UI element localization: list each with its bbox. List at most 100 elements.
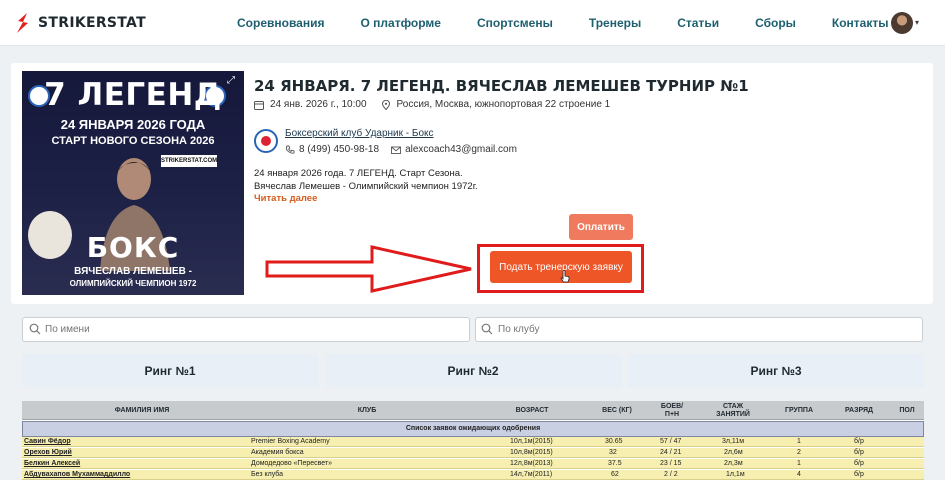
phone-icon <box>285 145 295 154</box>
event-datetime: 24 янв. 2026 г., 10:00 <box>270 99 367 110</box>
column-header-sex[interactable]: ПОЛ <box>890 407 924 415</box>
athlete-group: 1 <box>797 460 801 467</box>
description-line: 24 января 2026 года. 7 ЛЕГЕНД. Старт Сез… <box>254 168 463 179</box>
athlete-fights: 57 / 47 <box>660 438 682 445</box>
event-poster[interactable]: 7 ЛЕГЕНД 24 ЯНВАРЯ 2026 ГОДА СТАРТ НОВОГ… <box>22 71 244 295</box>
nav-item-competitions[interactable]: Соревнования <box>237 16 324 30</box>
athlete-group: 4 <box>797 471 801 478</box>
table-row[interactable]: Савин Фёдор Premier Boxing Academy 10л,1… <box>22 437 924 447</box>
athlete-experience: 2л,3м <box>724 460 743 467</box>
column-header-experience[interactable]: СТАЖ ЗАНЯТИЙ <box>708 403 758 419</box>
athlete-age: 10л,1м(2015) <box>510 438 553 445</box>
athlete-name-link[interactable]: Белкин Алексей <box>24 460 80 467</box>
poster-date: 24 ЯНВАРЯ 2026 ГОДА <box>60 117 206 132</box>
email-icon <box>391 146 402 154</box>
brand-name: STRIKERSTAT <box>38 15 146 31</box>
club-email[interactable]: alexcoach43@gmail.com <box>405 144 517 155</box>
event-location: Россия, Москва, южнопортовая 22 строение… <box>396 99 611 110</box>
athlete-group: 2 <box>797 449 801 456</box>
pending-applications-label: Список заявок ожидающих одобрения <box>22 421 924 437</box>
expand-icon[interactable]: ⤢ <box>227 75 235 86</box>
search-icon <box>29 323 41 335</box>
pay-button[interactable]: Оплатить <box>569 214 633 240</box>
column-header-line: П+Н <box>664 411 680 418</box>
event-meta: 24 янв. 2026 г., 10:00 Россия, Москва, ю… <box>254 99 610 110</box>
poster-champion: ОЛИМПИЙСКИЙ ЧЕМПИОН 1972 <box>69 279 197 288</box>
main-nav: Соревнования О платформе Спортсмены Трен… <box>237 16 925 30</box>
nav-item-articles[interactable]: Статьи <box>677 16 719 30</box>
athlete-experience: 3л,11м <box>722 438 745 445</box>
athlete-rank: б/р <box>854 460 864 467</box>
athlete-name-link[interactable]: Абдувахапов Мухаммаддилло <box>24 471 130 478</box>
athlete-experience: 1л,1м <box>726 471 745 478</box>
chevron-down-icon[interactable]: ▾ <box>915 18 919 27</box>
column-header-line: ЗАНЯТИЙ <box>716 411 750 418</box>
poster-title: 7 ЛЕГЕНД <box>44 77 222 113</box>
event-title: 24 ЯНВАРЯ. 7 ЛЕГЕНД. ВЯЧЕСЛАВ ЛЕМЕШЕВ ТУ… <box>254 77 749 95</box>
athlete-club: Домодедово «Пересвет» <box>251 460 333 467</box>
table-header: ФАМИЛИЯ ИМЯ КЛУБ ВОЗРАСТ ВЕС (КГ) БОЕВ/ … <box>22 401 924 420</box>
athlete-age: 14л,7м(2011) <box>510 471 553 478</box>
column-header-group[interactable]: ГРУППА <box>774 407 824 415</box>
athlete-fights: 24 / 21 <box>660 449 682 456</box>
table-row[interactable]: Орехов Юрий Академия бокса 10л,8м(2015) … <box>22 448 924 458</box>
nav-item-contacts[interactable]: Контакты <box>832 16 889 30</box>
brand-logo-icon <box>17 13 28 33</box>
cursor-hand-icon <box>560 270 570 283</box>
athlete-name-link[interactable]: Савин Фёдор <box>24 438 71 445</box>
site-header: STRIKERSTAT Соревнования О платформе Спо… <box>0 0 945 46</box>
column-header-rank[interactable]: РАЗРЯД <box>834 407 884 415</box>
search-by-name-input[interactable] <box>22 317 470 342</box>
column-header-club[interactable]: КЛУБ <box>342 407 392 415</box>
annotation-arrow <box>265 245 472 293</box>
athlete-weight: 30.65 <box>605 438 623 445</box>
search-by-club-input[interactable] <box>475 317 923 342</box>
event-card: 7 ЛЕГЕНД 24 ЯНВАРЯ 2026 ГОДА СТАРТ НОВОГ… <box>11 63 933 304</box>
athlete-group: 1 <box>797 438 801 445</box>
athlete-rank: б/р <box>854 471 864 478</box>
club-contacts: 8 (499) 450-98-18 alexcoach43@gmail.com <box>285 144 517 155</box>
poster-sport: БОКС <box>86 231 180 264</box>
poster-season: СТАРТ НОВОГО СЕЗОНА 2026 <box>51 135 215 147</box>
column-header-weight[interactable]: ВЕС (КГ) <box>587 407 647 415</box>
athlete-rank: б/р <box>854 438 864 445</box>
athlete-age: 12л,8м(2013) <box>510 460 553 467</box>
column-header-age[interactable]: ВОЗРАСТ <box>502 407 562 415</box>
tab-ring-3[interactable]: Ринг №3 <box>628 354 924 387</box>
club-link[interactable]: Боксерский клуб Ударник - Бокс <box>285 128 434 139</box>
user-avatar[interactable] <box>891 12 913 34</box>
athlete-weight: 62 <box>611 471 619 478</box>
club-phone[interactable]: 8 (499) 450-98-18 <box>299 144 379 155</box>
nav-item-camps[interactable]: Сборы <box>755 16 796 30</box>
athlete-weight: 37.5 <box>608 460 622 467</box>
club-logo[interactable] <box>254 129 278 153</box>
applications-table: ФАМИЛИЯ ИМЯ КЛУБ ВОЗРАСТ ВЕС (КГ) БОЕВ/ … <box>22 401 924 480</box>
table-row[interactable]: Белкин Алексей Домодедово «Пересвет» 12л… <box>22 459 924 469</box>
athlete-age: 10л,8м(2015) <box>510 449 553 456</box>
athlete-club: Без клуба <box>251 471 284 478</box>
column-header-line: СТАЖ <box>722 403 744 410</box>
athlete-club: Premier Boxing Academy <box>251 438 330 445</box>
athlete-weight: 32 <box>609 449 617 456</box>
read-more-link[interactable]: Читать далее <box>254 193 317 204</box>
column-header-name[interactable]: ФАМИЛИЯ ИМЯ <box>92 407 192 415</box>
calendar-icon <box>254 100 264 110</box>
athlete-rank: б/р <box>854 449 864 456</box>
event-description: 24 января 2026 года. 7 ЛЕГЕНД. Старт Сез… <box>254 167 478 193</box>
tab-ring-2[interactable]: Ринг №2 <box>325 354 621 387</box>
athlete-fights: 2 / 2 <box>664 471 678 478</box>
athlete-name-link[interactable]: Орехов Юрий <box>24 449 72 456</box>
table-row[interactable]: Абдувахапов Мухаммаддилло Без клуба 14л,… <box>22 470 924 480</box>
brand-logo[interactable]: STRIKERSTAT <box>14 12 146 34</box>
athlete-fights: 23 / 15 <box>660 460 682 467</box>
description-line: Вячеслав Лемешев - Олимпийский чемпион 1… <box>254 181 478 192</box>
nav-item-athletes[interactable]: Спортсмены <box>477 16 553 30</box>
nav-item-about[interactable]: О платформе <box>360 16 440 30</box>
tab-ring-1[interactable]: Ринг №1 <box>22 354 318 387</box>
nav-item-coaches[interactable]: Тренеры <box>589 16 641 30</box>
poster-name: ВЯЧЕСЛАВ ЛЕМЕШЕВ - <box>74 266 192 277</box>
athlete-experience: 2л,6м <box>724 449 743 456</box>
athlete-club: Академия бокса <box>251 449 304 456</box>
column-header-fights[interactable]: БОЕВ/ П+Н <box>652 403 692 419</box>
location-pin-icon <box>381 99 390 110</box>
